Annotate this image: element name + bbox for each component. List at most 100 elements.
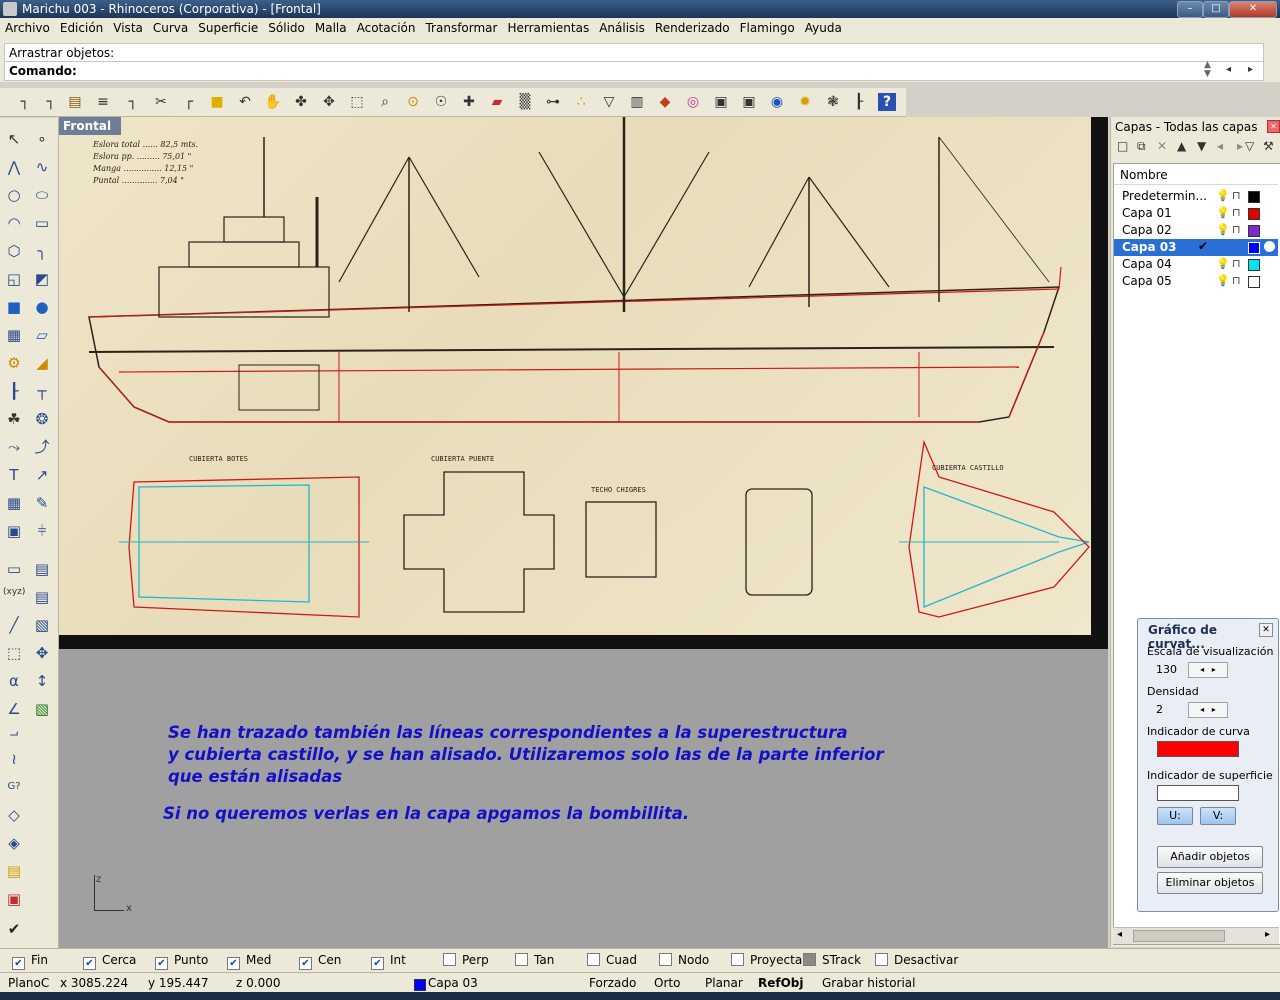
- options-icon[interactable]: ▣: [740, 93, 758, 111]
- maximize-button[interactable]: □: [1203, 1, 1229, 18]
- osnap-int[interactable]: ✔ Int: [371, 953, 406, 970]
- light-icon[interactable]: ✹: [796, 93, 814, 111]
- menu-vista[interactable]: Vista: [108, 18, 148, 35]
- scroll-thumb[interactable]: [1133, 930, 1225, 942]
- osnap-strack[interactable]: STrack: [803, 953, 861, 967]
- render-icon[interactable]: ◉: [768, 93, 786, 111]
- plane-surface-icon[interactable]: ▱: [31, 324, 53, 346]
- layers-icon[interactable]: ◆: [656, 93, 674, 111]
- checkbox-checked-icon[interactable]: ✔: [83, 957, 96, 970]
- layer-row-capa02[interactable]: Capa 02 💡 ⊓: [1114, 222, 1278, 239]
- remove-objects-button[interactable]: Eliminar objetos: [1157, 872, 1263, 894]
- cplane-status[interactable]: PlanoC: [8, 976, 49, 990]
- new-layer-icon[interactable]: □: [1117, 139, 1128, 153]
- menu-archivo[interactable]: Archivo: [0, 18, 55, 35]
- command-nav-right-icon[interactable]: ▸: [1248, 64, 1253, 75]
- current-layer-check-icon[interactable]: ✔: [1198, 239, 1208, 253]
- osnap-fin[interactable]: ✔ Fin: [12, 953, 48, 970]
- rectangle-array-icon[interactable]: ▤: [31, 558, 53, 580]
- cut-icon[interactable]: ✂: [152, 93, 170, 111]
- planar-toggle[interactable]: Planar: [705, 976, 743, 990]
- circle-icon[interactable]: ○: [3, 184, 25, 206]
- ortho-toggle[interactable]: Orto: [654, 976, 680, 990]
- properties-icon[interactable]: ▣: [712, 93, 730, 111]
- unlock-icon[interactable]: ⊓: [1232, 206, 1241, 219]
- command-input[interactable]: Comando:: [4, 61, 1264, 81]
- trim-icon[interactable]: ⤳: [3, 436, 25, 458]
- open-file-icon[interactable]: ┐: [42, 93, 60, 111]
- menu-ayuda[interactable]: Ayuda: [800, 18, 847, 35]
- paste-icon[interactable]: ┌: [180, 93, 198, 111]
- copy-icon[interactable]: ┐: [124, 93, 142, 111]
- scroll-right-icon[interactable]: ▸: [1265, 929, 1270, 940]
- polyline-icon[interactable]: ⋀: [3, 156, 25, 178]
- arc-icon[interactable]: ◠: [3, 212, 25, 234]
- curvature-close-icon[interactable]: ✕: [1259, 623, 1273, 637]
- checkbox-checked-icon[interactable]: ✔: [155, 957, 168, 970]
- menu-malla[interactable]: Malla: [310, 18, 352, 35]
- checkbox-checked-icon[interactable]: ✔: [299, 957, 312, 970]
- osnap-cuad[interactable]: Cuad: [587, 953, 637, 967]
- transform-icon[interactable]: ↗: [31, 464, 53, 486]
- minimize-button[interactable]: –: [1177, 1, 1203, 18]
- curve-hair-color-swatch[interactable]: [1157, 741, 1239, 757]
- move-icon[interactable]: ✚: [460, 93, 478, 111]
- display-scale-spinner[interactable]: ◂ ▸: [1188, 662, 1228, 678]
- lightbulb-icon[interactable]: 💡: [1216, 274, 1230, 287]
- current-layer-status[interactable]: Capa 03: [428, 976, 478, 990]
- tools-wrench-icon[interactable]: ⚒: [1263, 139, 1274, 153]
- checkbox-checked-icon[interactable]: ✔: [371, 957, 384, 970]
- layer-color-swatch[interactable]: [1248, 191, 1260, 203]
- osnap-punto[interactable]: ✔ Punto: [155, 953, 208, 970]
- join-icon[interactable]: ┬: [31, 380, 53, 402]
- extend-icon[interactable]: ╱: [3, 614, 25, 636]
- bounding-box-icon[interactable]: ⬚: [3, 642, 25, 664]
- undo-icon[interactable]: ↶: [236, 93, 254, 111]
- lightbulb-icon[interactable]: 💡: [1216, 206, 1230, 219]
- explode-icon[interactable]: ❂: [31, 408, 53, 430]
- menu-solido[interactable]: Sólido: [263, 18, 310, 35]
- delete-layer-icon[interactable]: ✕: [1157, 139, 1167, 153]
- v-toggle-button[interactable]: V:: [1200, 807, 1236, 825]
- ellipse-icon[interactable]: ⬭: [31, 184, 53, 206]
- zoom-icon[interactable]: ⌕: [376, 93, 394, 111]
- unlock-icon[interactable]: ⊓: [1232, 257, 1241, 270]
- point-icon[interactable]: ∘: [31, 128, 53, 150]
- gear-icon[interactable]: ⚙: [3, 352, 25, 374]
- points-icon[interactable]: ∴: [572, 93, 590, 111]
- surface-icon[interactable]: ◱: [3, 268, 25, 290]
- mirror-icon[interactable]: ↕: [31, 670, 53, 692]
- layer-row-capa05[interactable]: Capa 05 💡 ⊓: [1114, 273, 1278, 290]
- add-objects-button[interactable]: Añadir objetos: [1157, 846, 1263, 868]
- unlock-icon[interactable]: ⊓: [1232, 274, 1241, 287]
- boolean-icon[interactable]: ●: [31, 296, 53, 318]
- clipboard-icon[interactable]: ■: [208, 93, 226, 111]
- checkbox-empty-icon[interactable]: [731, 953, 744, 966]
- menu-transformar[interactable]: Transformar: [420, 18, 502, 35]
- osnap-proyectar[interactable]: Proyectar: [731, 953, 807, 967]
- grid-snap-toggle[interactable]: Forzado: [589, 976, 636, 990]
- continuity-icon[interactable]: G?: [3, 776, 25, 798]
- rectangle-icon[interactable]: ▭: [31, 212, 53, 234]
- menu-analisis[interactable]: Análisis: [594, 18, 650, 35]
- cplane-icon[interactable]: ▣: [3, 888, 25, 910]
- checkbox-empty-icon[interactable]: [443, 953, 456, 966]
- lightbulb-icon[interactable]: 💡: [1216, 223, 1230, 236]
- checkbox-disabled-icon[interactable]: [803, 953, 816, 966]
- frontal-viewport[interactable]: Eslora total ...... 82,5 mts. Eslora pp.…: [59, 117, 1108, 948]
- zoom-extents-icon[interactable]: ⊙: [404, 93, 422, 111]
- split-icon[interactable]: ⤴: [31, 436, 53, 458]
- move-layer-down-icon[interactable]: ▼: [1197, 139, 1206, 153]
- check-icon[interactable]: ✔: [3, 918, 25, 940]
- display-scale-value[interactable]: 130: [1156, 663, 1177, 676]
- help-icon[interactable]: ?: [878, 93, 896, 111]
- move-layer-in-icon[interactable]: ▸: [1237, 139, 1243, 153]
- polygon-icon[interactable]: ⬡: [3, 240, 25, 262]
- menu-renderizado[interactable]: Renderizado: [650, 18, 735, 35]
- car-icon[interactable]: ▰: [488, 93, 506, 111]
- flip-icon[interactable]: ▧: [31, 614, 53, 636]
- osnap-tan[interactable]: Tan: [515, 953, 554, 967]
- grid-icon[interactable]: ▒: [516, 93, 534, 111]
- osnap-cen[interactable]: ✔ Cen: [299, 953, 341, 970]
- solid-box-icon[interactable]: ▣: [3, 520, 25, 542]
